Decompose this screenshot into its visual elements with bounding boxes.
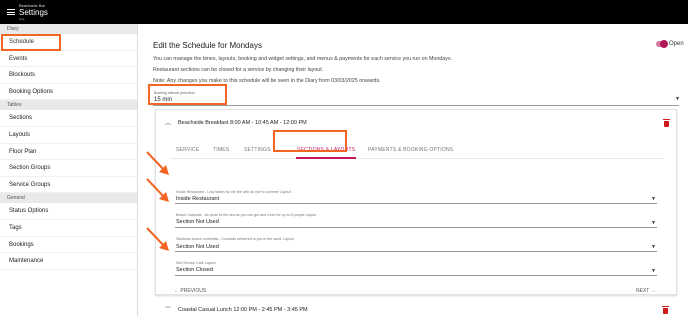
annotation-arrow-icon — [146, 151, 169, 175]
service-title[interactable]: Beachside Breakfast 8:00 AM - 10:45 AM -… — [178, 120, 307, 126]
previous-button[interactable]: ← PREVIOUS — [174, 288, 206, 294]
arrow-left-icon: ← — [174, 288, 179, 294]
sidebar-item-blockouts[interactable]: Blockouts — [0, 67, 137, 84]
layout-select-inside-restaurant[interactable]: Inside Restaurant — [176, 196, 219, 202]
sidebar-item-floor-plan[interactable]: Floor Plan — [0, 144, 137, 161]
dropdown-caret-icon[interactable]: ▼ — [651, 220, 656, 226]
sidebar-item-status-options[interactable]: Status Options — [0, 203, 137, 220]
service-tabs: SERVICE TIMES SETTINGS SECTIONS & LAYOUT… — [171, 143, 663, 159]
open-toggle[interactable] — [656, 40, 668, 48]
layout-label-beach-umbrellas: Sandown beach umbrellas - Cocktails deli… — [176, 237, 294, 241]
sidebar-item-events[interactable]: Events — [0, 51, 137, 68]
sidebar-item-bookings[interactable]: Bookings — [0, 237, 137, 254]
annotation-arrow-icon — [146, 227, 169, 251]
service-panel-breakfast: ︿ Beachside Breakfast 8:00 AM - 10:45 AM… — [155, 109, 677, 295]
page-title: Edit the Schedule for Mondays — [153, 41, 262, 50]
menu-icon[interactable] — [7, 9, 15, 15]
next-button[interactable]: NEXT → — [636, 288, 656, 294]
dropdown-caret-icon[interactable]: ▼ — [675, 96, 680, 102]
layout-select-beach-cabanas[interactable]: Section Not Used — [176, 219, 219, 225]
tab-times[interactable]: TIMES — [213, 147, 229, 153]
next-label: NEXT — [636, 288, 650, 294]
layout-select-self-service-cafe[interactable]: Section Closed — [176, 267, 213, 273]
field-underline — [175, 203, 657, 204]
tab-settings[interactable]: SETTINGS — [244, 147, 271, 153]
dropdown-caret-icon[interactable]: ▼ — [651, 268, 656, 274]
sidebar: Diary Schedule Events Blockouts Booking … — [0, 24, 138, 316]
sidebar-item-service-groups[interactable]: Service Groups — [0, 177, 137, 194]
sidebar-header-general: General — [0, 193, 137, 204]
trash-icon[interactable] — [663, 119, 670, 127]
booking-interval-underline — [153, 105, 679, 106]
app-subtitle: Live — [19, 17, 25, 21]
sidebar-header-tables: Tables — [0, 100, 137, 111]
sidebar-item-layouts[interactable]: Layouts — [0, 127, 137, 144]
chevron-down-icon[interactable]: ﹀ — [165, 304, 171, 313]
dropdown-caret-icon[interactable]: ▼ — [651, 196, 656, 202]
field-underline — [175, 251, 657, 252]
sidebar-header-diary: Diary — [0, 24, 137, 34]
active-tab-indicator — [296, 157, 356, 159]
field-underline — [175, 227, 657, 228]
field-underline — [175, 275, 657, 276]
info-text-2: Restaurant sections can be closed for a … — [153, 67, 324, 73]
sidebar-item-booking-options[interactable]: Booking Options — [0, 84, 137, 101]
main-content: Edit the Schedule for Mondays Open You c… — [138, 24, 688, 316]
tab-payments-booking-options[interactable]: PAYMENTS & BOOKING OPTIONS — [368, 147, 453, 153]
chevron-up-icon[interactable]: ︿ — [165, 118, 171, 127]
sidebar-item-sections[interactable]: Sections — [0, 110, 137, 127]
arrow-right-icon: → — [650, 288, 656, 294]
sidebar-item-tags[interactable]: Tags — [0, 220, 137, 237]
sections-layouts-tab-highlight-box — [273, 130, 347, 152]
booking-interval-highlight-box — [148, 84, 227, 105]
schedule-highlight-box — [1, 34, 61, 51]
layout-label-inside-restaurant: Inside Restaurant - Lray tables by the f… — [176, 190, 291, 194]
tab-service[interactable]: SERVICE — [176, 147, 199, 153]
sidebar-item-maintenance[interactable]: Maintenance — [0, 253, 137, 270]
app-title: Settings — [19, 8, 48, 17]
dropdown-caret-icon[interactable]: ▼ — [651, 244, 656, 250]
service-title-lunch[interactable]: Coastal Casual Lunch 12:00 PM - 2:45 PM … — [178, 307, 308, 313]
layout-select-beach-umbrellas[interactable]: Section Not Used — [176, 244, 219, 250]
trash-icon[interactable] — [662, 306, 669, 314]
layout-label-self-service-cafe: Self Service Cafe Layout — [176, 261, 216, 265]
layout-label-beach-cabanas: Beach Cabanas - As close to the sea as y… — [176, 213, 317, 217]
annotation-arrow-icon — [146, 178, 169, 202]
app-header: Beachside Bar Settings Live — [0, 0, 688, 24]
sidebar-item-section-groups[interactable]: Section Groups — [0, 160, 137, 177]
open-toggle-label: Open — [669, 41, 684, 47]
previous-label: PREVIOUS — [180, 288, 207, 294]
info-text-1: You can manage the times, layouts, booki… — [153, 56, 452, 62]
